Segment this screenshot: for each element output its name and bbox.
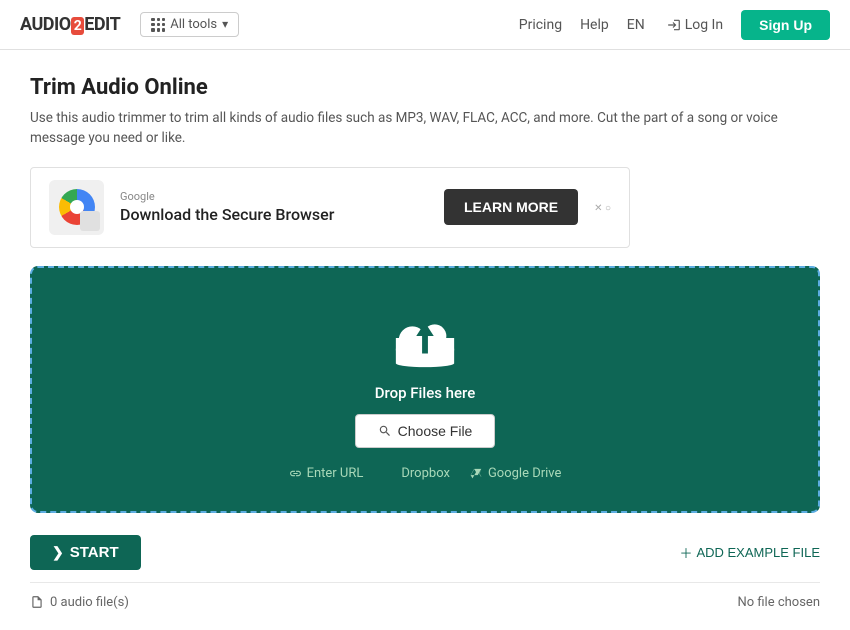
ad-headline: Download the Secure Browser [120, 205, 428, 224]
dropzone[interactable]: Drop Files here Choose File Enter URL Dr… [30, 266, 820, 513]
ad-small-badge [80, 211, 100, 231]
file-status: No file chosen [737, 595, 820, 610]
nav-right: Pricing Help EN Log In Sign Up [519, 10, 830, 40]
dropzone-links: Enter URL Dropbox Google Drive [289, 466, 562, 481]
search-icon [378, 424, 392, 438]
start-button[interactable]: ❯ START [30, 535, 141, 570]
login-icon [667, 18, 681, 32]
google-drive-link[interactable]: Google Drive [470, 466, 561, 481]
cloud-upload-icon [391, 308, 459, 368]
drop-text: Drop Files here [375, 384, 476, 402]
file-count: 0 audio file(s) [30, 595, 129, 610]
page-title: Trim Audio Online [30, 75, 820, 100]
plus-icon: ＋ [679, 543, 692, 562]
ad-source: Google [120, 190, 428, 203]
google-drive-icon [470, 467, 483, 480]
dropbox-link[interactable]: Dropbox [383, 466, 450, 481]
dropbox-icon [383, 467, 396, 480]
upload-icon [391, 308, 459, 368]
ad-text: Google Download the Secure Browser [120, 190, 428, 224]
pricing-link[interactable]: Pricing [519, 17, 562, 33]
ad-cta-button[interactable]: LEARN MORE [444, 189, 578, 225]
all-tools-menu[interactable]: All tools [140, 12, 239, 37]
add-example-button[interactable]: ＋ ADD EXAMPLE FILE [679, 543, 820, 562]
language-selector[interactable]: EN [627, 17, 649, 33]
help-link[interactable]: Help [580, 17, 609, 33]
bottom-row: 0 audio file(s) No file chosen [30, 582, 820, 610]
ad-footer: ✕ ○ [594, 203, 611, 214]
ad-banner: Google Download the Secure Browser LEARN… [30, 167, 630, 248]
main-content: Trim Audio Online Use this audio trimmer… [0, 50, 850, 630]
enter-url-link[interactable]: Enter URL [289, 466, 364, 481]
page-description: Use this audio trimmer to trim all kinds… [30, 108, 790, 149]
choose-file-button[interactable]: Choose File [355, 414, 496, 448]
navbar: AUDIO2EDIT All tools Pricing Help EN Log… [0, 0, 850, 50]
action-row: ❯ START ＋ ADD EXAMPLE FILE [30, 529, 820, 576]
chevron-right-icon: ❯ [52, 544, 64, 561]
signup-button[interactable]: Sign Up [741, 10, 830, 40]
ad-icon [49, 180, 104, 235]
chevron-down-icon [222, 17, 228, 32]
grid-icon [151, 18, 165, 32]
all-tools-label: All tools [170, 17, 217, 32]
brand-logo[interactable]: AUDIO2EDIT [20, 14, 120, 35]
file-icon [30, 595, 44, 609]
link-icon [289, 467, 302, 480]
login-button[interactable]: Log In [667, 17, 723, 33]
